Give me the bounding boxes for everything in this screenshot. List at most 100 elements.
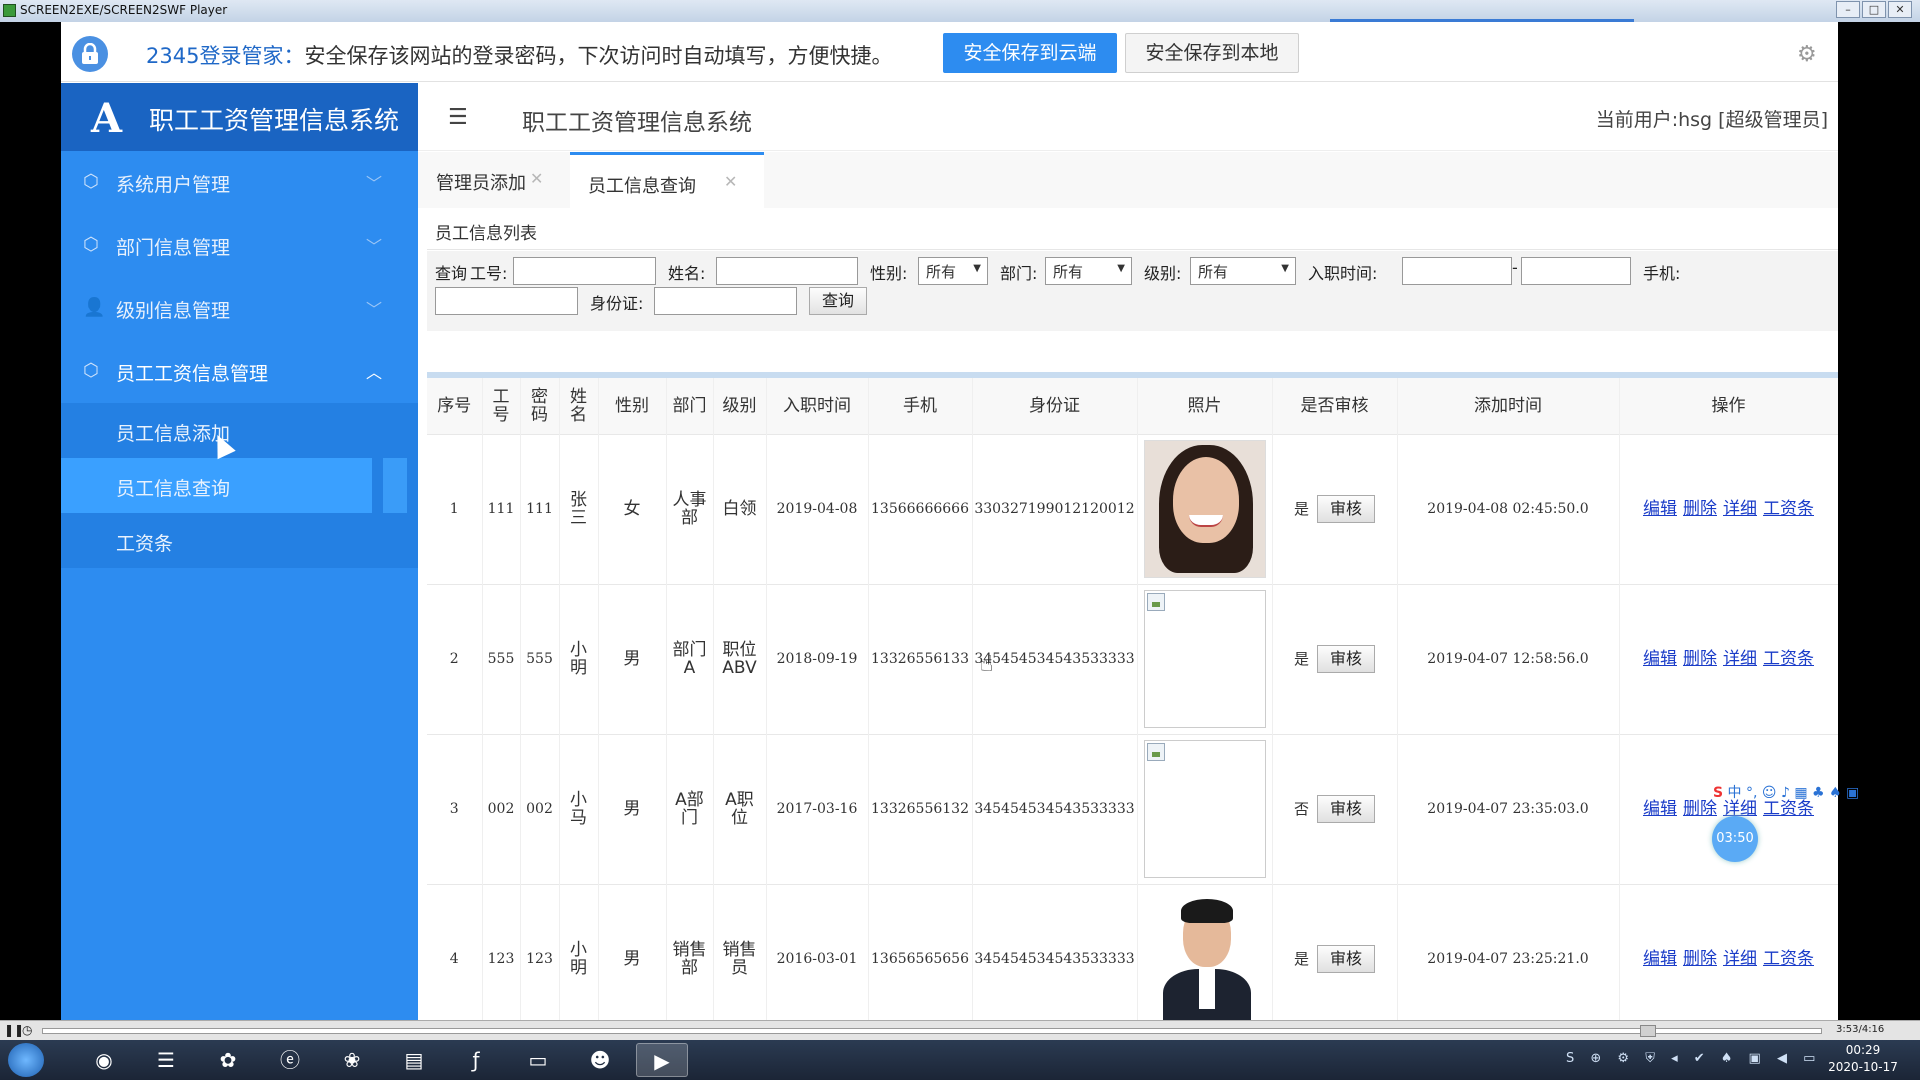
speed-icon[interactable]: ◷	[22, 1023, 32, 1037]
sidebar-subitem-payslip[interactable]: 工资条	[61, 513, 418, 568]
audit-button[interactable]: 审核	[1317, 795, 1375, 823]
sidebar-item-salary[interactable]: ⬡ 员工工资信息管理 ︿	[61, 340, 418, 403]
delete-link[interactable]: 删除	[1683, 499, 1717, 519]
cell-added-time: 2019-04-07 23:35:03.0	[1397, 733, 1620, 884]
sidebar-item-system-users[interactable]: ⬡ 系统用户管理 ﹀	[61, 151, 418, 214]
file-explorer-icon[interactable]: ▭	[512, 1043, 564, 1077]
photo-face	[1172, 457, 1239, 543]
close-window-button[interactable]: ✕	[1888, 1, 1912, 18]
cell-no: 3	[427, 733, 483, 884]
close-icon[interactable]: ✕	[530, 169, 543, 188]
spreadsheet-icon[interactable]: ▤	[388, 1043, 440, 1077]
sidebar-item-departments[interactable]: ⬡ 部门信息管理 ﹀	[61, 214, 418, 277]
audit-button[interactable]: 审核	[1317, 945, 1375, 974]
save-to-cloud-button[interactable]: 安全保存到云端	[943, 33, 1117, 73]
delete-link[interactable]: 删除	[1683, 949, 1717, 969]
360-icon[interactable]: ❀	[326, 1043, 378, 1077]
sidebar-subitem-add-employee[interactable]: 员工信息添加	[61, 403, 418, 458]
delete-link[interactable]: 删除	[1683, 649, 1717, 669]
flash-icon[interactable]: ƒ	[450, 1043, 502, 1077]
cell-emp-no: 002	[482, 733, 521, 884]
payslip-link[interactable]: 工资条	[1763, 499, 1814, 519]
dropdown-arrow-icon: ▼	[973, 263, 981, 274]
save-to-local-button[interactable]: 安全保存到本地	[1125, 33, 1299, 73]
emp-no-input[interactable]	[513, 257, 656, 285]
hire-date-to-input[interactable]	[1521, 257, 1631, 285]
start-button[interactable]	[8, 1043, 44, 1077]
system-tray[interactable]: S ⊕ ⚙ ⛨ ◂ ✔ ♠ ▣ ◀ ▭	[1566, 1051, 1821, 1066]
audit-button[interactable]: 审核	[1317, 495, 1375, 523]
hand-pointer-icon: ☝	[980, 652, 994, 677]
table-row: 2 555 555 小明男部门A 职位ABV 2018-09-19 13326556133 3…	[427, 583, 1838, 734]
edit-link[interactable]: 编辑	[1643, 649, 1677, 669]
cell-gender: 女	[598, 433, 667, 584]
tab-admin-add[interactable]: 管理员添加 ✕	[418, 152, 570, 208]
cell-emp-no: 123	[482, 883, 521, 1020]
sidebar-subitem-query-employee[interactable]: 员工信息查询	[61, 458, 418, 513]
gender-select[interactable]: 所有 ▼	[918, 257, 988, 285]
seek-thumb[interactable]	[1640, 1025, 1656, 1037]
cell-actions: 编辑 删除 详细 工资条	[1619, 583, 1838, 734]
sidebar-item-levels[interactable]: 👤 级别信息管理 ﹀	[61, 277, 418, 340]
brand-title: 职工工资管理信息系统	[149, 106, 400, 135]
taskbar-clock[interactable]: 00:29 2020-10-17	[1818, 1042, 1908, 1076]
payslip-link[interactable]: 工资条	[1763, 649, 1814, 669]
cell-audited: 否审核	[1272, 733, 1398, 884]
menu-toggle-icon[interactable]: ☰	[448, 105, 468, 130]
logo-icon: A	[91, 95, 123, 142]
detail-link[interactable]: 详细	[1723, 499, 1757, 519]
clock-date: 2020-10-17	[1828, 1060, 1898, 1074]
close-icon[interactable]: ✕	[724, 172, 737, 191]
detail-link[interactable]: 详细	[1723, 949, 1757, 969]
chrome-icon[interactable]: ◉	[78, 1043, 130, 1077]
sidebar: A 职工工资管理信息系统 ⬡ 系统用户管理 ﹀ ⬡ 部门信息管理 ﹀ 👤 级别信…	[61, 83, 418, 1020]
edit-link[interactable]: 编辑	[1643, 949, 1677, 969]
delete-link[interactable]: 删除	[1683, 799, 1717, 819]
cell-dept: A部门	[666, 733, 714, 884]
cell-hire-date: 2017-03-16	[766, 733, 869, 884]
col-emp-no: 工号	[482, 378, 521, 434]
cell-name-text: 小马	[570, 790, 587, 828]
cell-actions: 编辑 删除 详细 工资条	[1619, 733, 1838, 884]
dept-select[interactable]: 所有 ▼	[1045, 257, 1132, 285]
table-row: 1 111 111 张三女人事部 白领 2019-04-08 13566666666 3303…	[427, 433, 1838, 584]
search-button[interactable]: 查询	[809, 287, 867, 315]
gender-label: 性别:	[870, 264, 908, 283]
payslip-link[interactable]: 工资条	[1763, 799, 1814, 819]
phone-label: 手机:	[1643, 264, 1681, 283]
qq-icon[interactable]: ☻	[574, 1043, 626, 1077]
table-row: 4 123 123 小明男销售部 销售员 2016-03-01 13656565656 345…	[427, 883, 1838, 1020]
cell-level-text: 职位ABV	[722, 640, 757, 678]
edit-link[interactable]: 编辑	[1643, 499, 1677, 519]
col-level: 级别	[713, 378, 767, 434]
sogou-icon: S	[1713, 785, 1724, 801]
screen-player-icon[interactable]: ▶	[636, 1043, 688, 1077]
edit-link[interactable]: 编辑	[1643, 799, 1677, 819]
col-id-card: 身份证	[972, 378, 1138, 434]
tab-employee-query[interactable]: 员工信息查询 ✕	[570, 152, 764, 208]
baidu-netdisk-icon[interactable]: ✿	[202, 1043, 254, 1077]
id-card-input[interactable]	[654, 287, 797, 315]
eclipse-icon[interactable]: ☰	[140, 1043, 192, 1077]
cell-phone: 13656565656	[868, 883, 973, 1020]
audit-button[interactable]: 审核	[1317, 645, 1375, 673]
cell-photo	[1137, 883, 1273, 1020]
ime-status: 中 °, ☺ ♪ ▦ ♣ ♠ ▣	[1727, 785, 1860, 801]
employee-photo	[1143, 440, 1266, 578]
browser-icon[interactable]: ⓔ	[264, 1043, 316, 1077]
chevron-up-icon: ︿	[366, 363, 383, 382]
gear-icon[interactable]: ⚙	[1797, 42, 1817, 67]
cell-level: 销售员	[713, 883, 767, 1020]
phone-input[interactable]	[435, 287, 578, 315]
seek-track[interactable]	[42, 1028, 1822, 1034]
detail-link[interactable]: 详细	[1723, 649, 1757, 669]
hire-date-from-input[interactable]	[1402, 257, 1512, 285]
name-input[interactable]	[716, 257, 858, 285]
ime-toolbar[interactable]: S 中 °, ☺ ♪ ▦ ♣ ♠ ▣	[1713, 782, 1920, 802]
maximize-button[interactable]: □	[1862, 1, 1886, 18]
window-controls: – □ ✕	[1836, 1, 1912, 18]
payslip-link[interactable]: 工资条	[1763, 949, 1814, 969]
level-select[interactable]: 所有 ▼	[1190, 257, 1296, 285]
cell-gender: 男	[598, 583, 667, 734]
minimize-button[interactable]: –	[1836, 1, 1860, 18]
